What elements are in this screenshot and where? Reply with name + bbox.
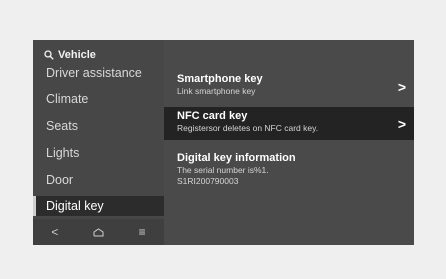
menu-icon: ≡ bbox=[138, 225, 146, 239]
serial-number-value: S1RI200790003 bbox=[177, 176, 239, 186]
sidebar-item-label: Lights bbox=[46, 146, 80, 160]
search-icon bbox=[44, 50, 54, 60]
nfc-card-key-subtitle: Registersor deletes on NFC card key. bbox=[177, 123, 319, 133]
sidebar-item-digital-key[interactable]: Digital key bbox=[33, 196, 164, 216]
smartphone-key-item[interactable]: Smartphone key Link smartphone key > bbox=[164, 73, 414, 101]
sidebar-item-label: Digital key bbox=[46, 199, 104, 213]
chevron-right-icon: > bbox=[397, 79, 406, 95]
chevron-right-icon: > bbox=[397, 115, 406, 132]
sidebar-item-climate[interactable]: Climate bbox=[33, 89, 164, 109]
sidebar-item-label: Driver assistance bbox=[46, 66, 142, 80]
sidebar-item-lights[interactable]: Lights bbox=[33, 143, 164, 163]
nfc-card-key-item[interactable]: NFC card key Registersor deletes on NFC … bbox=[164, 107, 414, 140]
home-icon bbox=[93, 227, 104, 236]
smartphone-key-subtitle: Link smartphone key bbox=[177, 86, 256, 96]
sidebar-item-driver-assistance[interactable]: Driver assistance bbox=[33, 63, 164, 83]
sidebar-item-label: Climate bbox=[46, 92, 89, 106]
sidebar-item-label: Seats bbox=[46, 119, 78, 133]
sidebar-item-label: Door bbox=[46, 173, 74, 187]
smartphone-key-title: Smartphone key bbox=[177, 73, 263, 85]
serial-number-label: The serial number is%1. bbox=[177, 165, 269, 175]
bottom-nav: < ≡ bbox=[33, 219, 164, 245]
sidebar: Vehicle Driver assistance Climate Seats … bbox=[33, 40, 164, 245]
digital-key-info-title: Digital key information bbox=[177, 152, 296, 164]
content-panel: Smartphone key Link smartphone key > NFC… bbox=[164, 40, 414, 245]
sidebar-item-seats[interactable]: Seats bbox=[33, 116, 164, 136]
search-button[interactable]: Vehicle bbox=[44, 48, 96, 62]
nfc-card-key-title: NFC card key bbox=[177, 110, 248, 122]
settings-screen: Vehicle Driver assistance Climate Seats … bbox=[33, 40, 414, 245]
back-icon: < bbox=[51, 225, 59, 239]
search-label: Vehicle bbox=[58, 49, 96, 61]
home-button[interactable] bbox=[83, 222, 113, 242]
digital-key-info-item: Digital key information The serial numbe… bbox=[164, 152, 414, 192]
back-button[interactable]: < bbox=[40, 222, 70, 242]
sidebar-item-door[interactable]: Door bbox=[33, 170, 164, 190]
menu-button[interactable]: ≡ bbox=[127, 222, 157, 242]
